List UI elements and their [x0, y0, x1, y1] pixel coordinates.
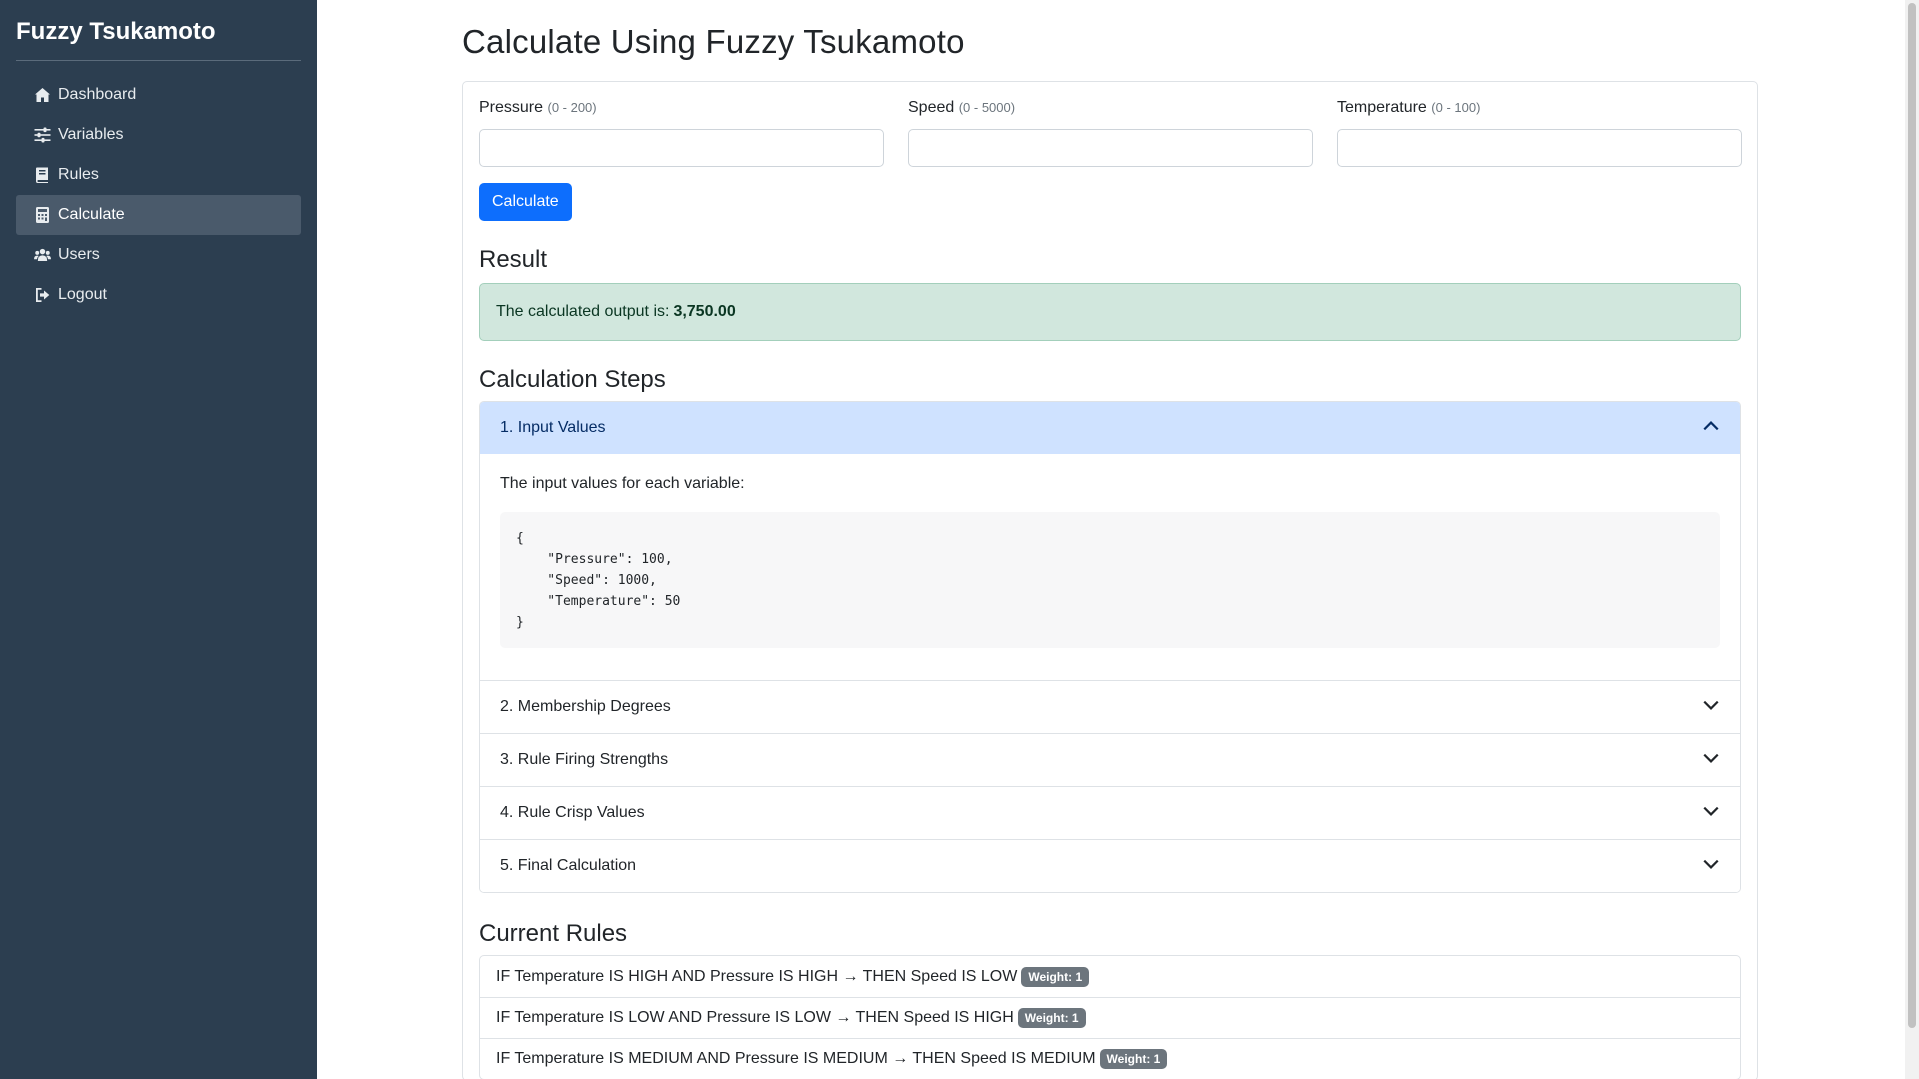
accordion-label: 2. Membership Degrees [500, 698, 671, 715]
list-item: IF Temperature IS LOW AND Pressure IS LO… [480, 997, 1740, 1038]
book-icon [32, 167, 52, 183]
list-item: IF Temperature IS HIGH AND Pressure IS H… [480, 956, 1740, 997]
calculate-button[interactable]: Calculate [479, 183, 572, 221]
temperature-label-text: Temperature [1337, 99, 1427, 116]
input-values-description: The input values for each variable: [500, 475, 745, 492]
pressure-label-text: Pressure [479, 99, 544, 116]
result-text: The calculated output is: [496, 303, 670, 320]
rule-text: IF Temperature IS MEDIUM AND Pressure IS… [496, 1050, 1096, 1067]
rule-text: IF Temperature IS HIGH AND Pressure IS H… [496, 967, 1018, 985]
pressure-range: (0 - 200) [547, 100, 597, 115]
sidebar-item-calculate[interactable]: Calculate [16, 195, 301, 235]
accordion-header-membership-degrees[interactable]: 2. Membership Degrees [480, 681, 1740, 733]
rules-title: Current Rules [479, 920, 628, 947]
sidebar-item-dashboard[interactable]: Dashboard [16, 75, 301, 115]
chevron-down-icon [1702, 802, 1720, 825]
accordion-item-final-calculation: 5. Final Calculation [480, 839, 1740, 892]
accordion-body-input-values: The input values for each variable: { "P… [480, 454, 1740, 680]
sidebar-item-variables[interactable]: Variables [16, 115, 301, 155]
result-title: Result [479, 246, 548, 273]
chevron-down-icon [1702, 696, 1720, 719]
temperature-group: Temperature (0 - 100) [1337, 98, 1742, 167]
weight-badge: Weight: 1 [1099, 1049, 1168, 1069]
speed-group: Speed (0 - 5000) [908, 98, 1313, 167]
sidebar-item-rules[interactable]: Rules [16, 155, 301, 195]
calculator-icon [32, 207, 52, 223]
sidebar-item-label: Calculate [58, 206, 125, 223]
sidebar-item-logout[interactable]: Logout [16, 275, 301, 315]
sidebar-item-label: Dashboard [58, 86, 137, 103]
sidebar-item-label: Rules [58, 166, 99, 183]
accordion-header-input-values[interactable]: 1. Input Values [480, 402, 1740, 454]
temperature-label: Temperature (0 - 100) [1337, 98, 1742, 118]
sliders-icon [32, 127, 52, 143]
accordion-label: 5. Final Calculation [500, 857, 637, 874]
sidebar-item-label: Variables [58, 126, 124, 143]
sidebar-item-label: Logout [58, 286, 107, 303]
steps-accordion: 1. Input Values The input values for eac… [479, 401, 1741, 893]
sidebar: Fuzzy Tsukamoto Dashboard Variables Rule… [0, 0, 317, 1079]
steps-title: Calculation Steps [479, 366, 666, 393]
result-alert: The calculated output is: 3,750.00 [479, 283, 1741, 341]
accordion-item-membership-degrees: 2. Membership Degrees [480, 680, 1740, 733]
calculate-card: Pressure (0 - 200) Speed (0 - 5000) Temp… [462, 81, 1758, 1079]
accordion-label: 3. Rule Firing Strengths [500, 751, 669, 768]
weight-badge: Weight: 1 [1017, 1008, 1086, 1028]
speed-input[interactable] [908, 129, 1313, 167]
users-icon [32, 247, 52, 263]
accordion-item-rule-crisp-values: 4. Rule Crisp Values [480, 786, 1740, 839]
speed-label-text: Speed [908, 99, 955, 116]
accordion-item-input-values: 1. Input Values The input values for eac… [480, 402, 1740, 680]
accordion-label: 4. Rule Crisp Values [500, 804, 645, 821]
accordion-header-rule-crisp-values[interactable]: 4. Rule Crisp Values [480, 787, 1740, 839]
pressure-label: Pressure (0 - 200) [479, 98, 884, 118]
chevron-down-icon [1702, 855, 1720, 878]
logout-icon [32, 287, 52, 303]
input-row: Pressure (0 - 200) Speed (0 - 5000) Temp… [479, 98, 1742, 167]
accordion-item-rule-firing-strengths: 3. Rule Firing Strengths [480, 733, 1740, 786]
weight-badge: Weight: 1 [1021, 966, 1090, 987]
rules-list: IF Temperature IS HIGH AND Pressure IS H… [479, 955, 1741, 1079]
list-item: IF Temperature IS MEDIUM AND Pressure IS… [480, 1038, 1740, 1079]
accordion-label: 1. Input Values [500, 419, 606, 436]
page-scrollbar[interactable] [1905, 0, 1919, 1079]
temperature-range: (0 - 100) [1431, 100, 1481, 115]
sidebar-nav: Dashboard Variables Rules Calculate User… [16, 75, 301, 315]
main-content: Calculate Using Fuzzy Tsukamoto Pressure… [462, 0, 1758, 1079]
chevron-down-icon [1702, 749, 1720, 772]
speed-range: (0 - 5000) [958, 100, 1016, 115]
accordion-header-final-calculation[interactable]: 5. Final Calculation [480, 840, 1740, 892]
pressure-input[interactable] [479, 129, 884, 167]
accordion-header-rule-firing-strengths[interactable]: 3. Rule Firing Strengths [480, 734, 1740, 786]
pressure-group: Pressure (0 - 200) [479, 98, 884, 167]
temperature-input[interactable] [1337, 129, 1742, 167]
sidebar-item-label: Users [58, 246, 100, 263]
sidebar-item-users[interactable]: Users [16, 235, 301, 275]
chevron-up-icon [1702, 417, 1720, 440]
scrollbar-thumb[interactable] [1908, 3, 1916, 1028]
rule-text: IF Temperature IS LOW AND Pressure IS LO… [496, 1009, 1014, 1026]
brand-title: Fuzzy Tsukamoto [16, 16, 301, 61]
input-values-json: { "Pressure": 100, "Speed": 1000, "Tempe… [500, 512, 1720, 648]
page-title: Calculate Using Fuzzy Tsukamoto [462, 23, 965, 60]
result-value: 3,750.00 [673, 303, 736, 320]
speed-label: Speed (0 - 5000) [908, 98, 1313, 118]
home-icon [32, 87, 52, 103]
